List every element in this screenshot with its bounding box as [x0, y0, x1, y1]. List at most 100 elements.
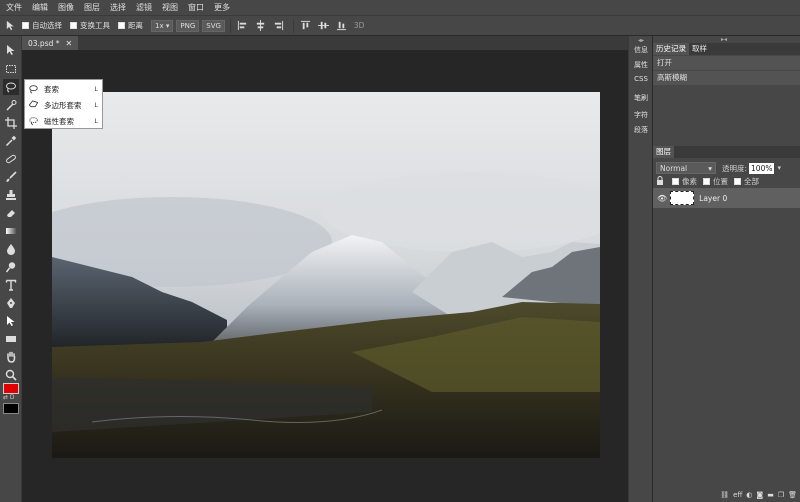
menu-image[interactable]: 图像 — [58, 2, 74, 13]
eye-icon[interactable]: 👁 — [657, 194, 667, 203]
link-icon[interactable]: ⛓ — [720, 491, 729, 499]
lock-all-label: 全部 — [744, 177, 759, 186]
opacity-input[interactable]: 100% — [749, 162, 775, 174]
divider — [292, 18, 294, 33]
trash-icon[interactable]: 🗑 — [788, 491, 797, 499]
side-tab-character[interactable]: 字符 — [631, 110, 651, 120]
folder-icon[interactable]: ▬ — [767, 491, 774, 499]
pen-tool-icon[interactable] — [3, 295, 19, 311]
align-top-icon[interactable] — [300, 20, 312, 32]
side-tab-paragraph[interactable]: 段落 — [631, 125, 651, 135]
close-icon[interactable]: ✕ — [66, 39, 73, 48]
healing-brush-tool-icon[interactable] — [3, 151, 19, 167]
menu-view[interactable]: 视图 — [162, 2, 178, 13]
lasso-tool-icon[interactable] — [3, 79, 19, 95]
collapse-icon[interactable]: ▸◂ — [721, 36, 727, 43]
distance-checkbox[interactable] — [118, 22, 125, 29]
path-select-tool-icon[interactable] — [3, 313, 19, 329]
zoom-select[interactable]: 1x ▾ — [151, 19, 174, 32]
menu-layer[interactable]: 图层 — [84, 2, 100, 13]
type-tool-icon[interactable] — [3, 277, 19, 293]
auto-select-checkbox[interactable] — [22, 22, 29, 29]
export-svg-button[interactable]: SVG — [202, 19, 225, 32]
expand-icon[interactable]: ◂▸ — [631, 37, 651, 44]
blur-tool-icon[interactable] — [3, 241, 19, 257]
tab-history[interactable]: 历史记录 — [653, 43, 689, 55]
move-tool-icon[interactable] — [3, 42, 19, 58]
marquee-tool-icon[interactable] — [3, 61, 19, 77]
crop-tool-icon[interactable] — [3, 115, 19, 131]
side-tab-info[interactable]: 信息 — [631, 45, 651, 55]
align-left-icon[interactable] — [237, 20, 249, 32]
align-middle-icon[interactable] — [318, 20, 330, 32]
blend-mode-value: Normal — [660, 163, 688, 173]
quick-select-tool-icon[interactable] — [3, 97, 19, 113]
lock-position-label: 位置 — [713, 177, 728, 186]
side-tab-properties[interactable]: 属性 — [631, 60, 651, 70]
gradient-tool-icon[interactable] — [3, 223, 19, 239]
three-d-label: 3D — [353, 21, 365, 30]
polygonal-lasso-icon — [28, 100, 40, 110]
document-tab[interactable]: 03.psd * ✕ — [22, 36, 79, 50]
export-png-button[interactable]: PNG — [176, 19, 200, 32]
align-bottom-icon[interactable] — [336, 20, 348, 32]
polygonal-lasso-option[interactable]: 多边形套索 L — [25, 97, 104, 113]
swap-colors-icon[interactable]: ⇄ D — [3, 394, 15, 401]
align-right-icon[interactable] — [273, 20, 285, 32]
history-item[interactable]: 高斯模糊 — [653, 71, 800, 85]
chevron-down-icon[interactable]: ▾ — [777, 164, 781, 172]
options-bar: 自动选择 变换工具 距离 1x ▾ PNG SVG 3D — [0, 16, 800, 36]
canvas-area[interactable] — [22, 50, 628, 502]
distance-option[interactable]: 距离 — [118, 20, 143, 31]
side-tab-brush[interactable]: 笔刷 — [631, 93, 651, 103]
layer-row[interactable]: 👁 Layer 0 — [653, 188, 800, 208]
adjustment-layer-icon[interactable]: ◐ — [746, 491, 752, 499]
transform-tools-checkbox[interactable] — [70, 22, 77, 29]
side-tab-css[interactable]: CSS — [631, 75, 651, 83]
shortcut-key: L — [94, 117, 98, 125]
history-item[interactable]: 打开 — [653, 56, 800, 70]
layer-blend-row: Normal ▾ 透明度: 100% ▾ — [656, 162, 781, 174]
tab-layers[interactable]: 图层 — [653, 146, 674, 158]
menu-select[interactable]: 选择 — [110, 2, 126, 13]
new-layer-icon[interactable]: ❐ — [778, 491, 784, 499]
stamp-tool-icon[interactable] — [3, 187, 19, 203]
align-center-icon[interactable] — [255, 20, 267, 32]
foreground-color-swatch[interactable] — [3, 383, 19, 394]
distance-label: 距离 — [128, 21, 143, 30]
layer-thumbnail — [670, 191, 695, 205]
hand-tool-icon[interactable] — [3, 349, 19, 365]
lock-all-checkbox[interactable] — [734, 178, 741, 185]
magnetic-lasso-option[interactable]: 磁性套索 L — [25, 113, 104, 129]
document-image[interactable] — [52, 92, 600, 458]
eyedropper-tool-icon[interactable] — [3, 133, 19, 149]
lock-position-checkbox[interactable] — [703, 178, 710, 185]
opacity-label: 透明度: — [722, 163, 748, 173]
lasso-option[interactable]: 套索 L — [25, 81, 104, 97]
layers-panel-footer: ⛓ eff ◐ ◙ ▬ ❐ 🗑 — [653, 487, 800, 502]
transform-tools-option[interactable]: 变换工具 — [70, 20, 110, 31]
magnetic-lasso-icon — [28, 116, 40, 126]
eraser-tool-icon[interactable] — [3, 205, 19, 221]
auto-select-option[interactable]: 自动选择 — [22, 20, 62, 31]
menu-edit[interactable]: 编辑 — [32, 2, 48, 13]
blend-mode-select[interactable]: Normal ▾ — [656, 162, 716, 174]
zoom-tool-icon[interactable] — [3, 367, 19, 383]
layers-panel-tabs: 图层 — [653, 146, 800, 158]
mask-icon[interactable]: ◙ — [756, 491, 763, 499]
brush-tool-icon[interactable] — [3, 169, 19, 185]
move-tool-icon[interactable] — [4, 20, 16, 32]
menu-window[interactable]: 窗口 — [188, 2, 204, 13]
menu-filter[interactable]: 滤镜 — [136, 2, 152, 13]
menu-file[interactable]: 文件 — [6, 2, 22, 13]
background-color-swatch[interactable] — [3, 403, 19, 414]
tab-swatches[interactable]: 取样 — [689, 43, 710, 55]
three-d-button[interactable]: 3D — [354, 21, 365, 30]
layer-name: Layer 0 — [699, 193, 728, 203]
menu-bar: 文件 编辑 图像 图层 选择 滤镜 视图 窗口 更多 — [0, 0, 800, 16]
lock-pixels-checkbox[interactable] — [672, 178, 679, 185]
rectangle-tool-icon[interactable] — [3, 331, 19, 347]
dodge-tool-icon[interactable] — [3, 259, 19, 275]
menu-more[interactable]: 更多 — [214, 2, 230, 13]
effects-button[interactable]: eff — [733, 491, 742, 499]
